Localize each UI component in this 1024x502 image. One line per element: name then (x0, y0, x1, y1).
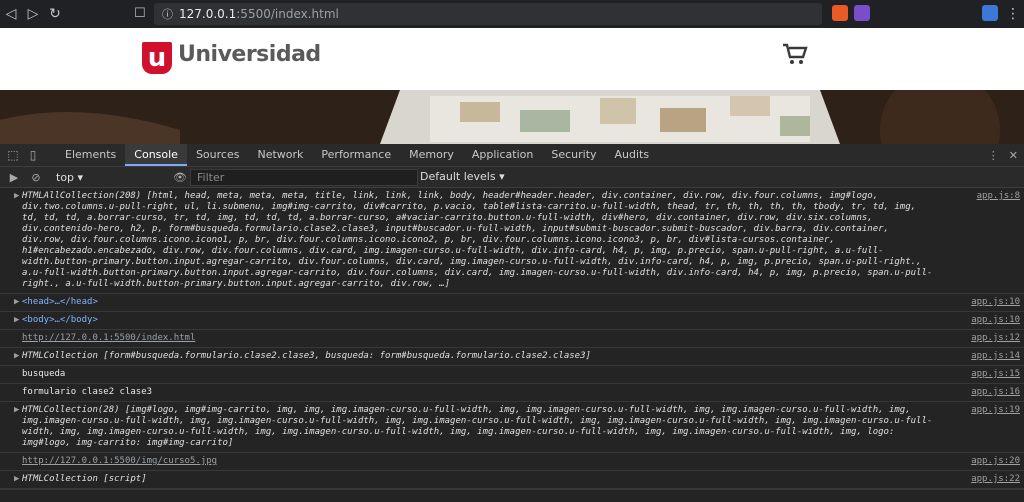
close-icon[interactable]: ✕ (1009, 149, 1018, 162)
console-message: <body>…</body> (22, 315, 98, 325)
tab-list: Elements Console Sources Network Performance… (56, 144, 658, 166)
console-message: http://127.0.0.1:5500/img/curso5.jpg (22, 456, 218, 466)
hero-image (0, 90, 1024, 144)
console-row[interactable]: ▶ HTMLCollection(28) [img#logo, img#img-c… (0, 402, 1024, 453)
console-message: HTMLCollection [form#busqueda.formulario… (22, 351, 591, 361)
expand-arrow-icon[interactable]: ▶ (14, 474, 19, 485)
reload-icon[interactable]: ↻ (44, 3, 66, 25)
console-prompt[interactable] (0, 489, 1024, 502)
inspect-icon[interactable]: ⬚ (6, 148, 20, 162)
devtools-panel: ⬚ ▯ Elements Console Sources Network Perform… (0, 144, 1024, 490)
show-sidebar-icon[interactable]: ▶ (6, 171, 22, 184)
tab-memory[interactable]: Memory (400, 144, 463, 166)
tab-application[interactable]: Application (463, 144, 542, 166)
console-message: http://127.0.0.1:5500/index.html (22, 333, 196, 343)
source-link[interactable]: app.js:16 (971, 387, 1020, 398)
menu-icon[interactable]: ⋮ (1002, 3, 1024, 25)
tab-network[interactable]: Network (248, 144, 312, 166)
filter-input[interactable]: Filter (190, 169, 418, 186)
console-output: ▶ HTMLAllCollection(208) [html, head, met… (0, 188, 1024, 502)
address-bar[interactable]: ⓘ 127.0.0.1:5500/index.html (154, 3, 822, 25)
bookmark-icon[interactable]: ☐ (134, 6, 146, 21)
source-link[interactable]: app.js:20 (971, 456, 1020, 467)
eye-icon[interactable]: 👁 (172, 171, 188, 184)
console-row[interactable]: http://127.0.0.1:5500/index.html app.js:1… (0, 330, 1024, 348)
url-path: :5500/index.html (236, 7, 339, 21)
console-message: HTMLCollection [script] (22, 474, 147, 484)
console-toolbar: ▶ ⊘ top ▾ 👁 Filter Default levels ▾ (0, 167, 1024, 188)
console-row[interactable]: ▶ <head>…</head> app.js:10 (0, 294, 1024, 312)
source-link[interactable]: app.js:10 (971, 315, 1020, 326)
logo-icon[interactable]: u (142, 42, 172, 74)
url-host: 127.0.0.1 (179, 7, 237, 21)
logo-text[interactable]: Universidad (178, 42, 321, 67)
tab-elements[interactable]: Elements (56, 144, 125, 166)
tab-performance[interactable]: Performance (312, 144, 400, 166)
console-message: busqueda (22, 369, 66, 379)
brave-shield-icon[interactable] (832, 5, 848, 21)
console-row[interactable]: ▶ HTMLCollection [script] app.js:22 (0, 471, 1024, 489)
devtools-controls: ⋮ ✕ (988, 144, 1018, 166)
console-row[interactable]: busqueda app.js:15 (0, 366, 1024, 384)
console-row[interactable]: ▶ HTMLAllCollection(208) [html, head, met… (0, 188, 1024, 294)
tab-security[interactable]: Security (542, 144, 605, 166)
more-icon[interactable]: ⋮ (988, 149, 999, 162)
console-message: <head>…</head> (22, 297, 98, 307)
context-value: top (56, 170, 75, 184)
console-message: HTMLCollection(28) [img#logo, img#img-ca… (22, 405, 933, 448)
expand-arrow-icon[interactable]: ▶ (14, 315, 19, 326)
console-message: formulario clase2 clase3 (22, 387, 153, 397)
expand-arrow-icon[interactable]: ▶ (14, 405, 19, 416)
tab-sources[interactable]: Sources (187, 144, 249, 166)
levels-value: Default levels (420, 170, 496, 183)
context-select[interactable]: top ▾ (56, 171, 156, 184)
source-link[interactable]: app.js:12 (971, 333, 1020, 344)
browser-toolbar: ◁ ▷ ↻ ☐ ⓘ 127.0.0.1:5500/index.html ⋮ (0, 0, 1024, 28)
console-row[interactable]: ▶ <body>…</body> app.js:10 (0, 312, 1024, 330)
cart-icon[interactable] (782, 42, 808, 66)
info-icon: ⓘ (162, 8, 173, 21)
rewards-icon[interactable] (854, 5, 870, 21)
console-row[interactable]: http://127.0.0.1:5500/img/curso5.jpg app.… (0, 453, 1024, 471)
forward-icon[interactable]: ▷ (22, 3, 44, 25)
console-row[interactable]: formulario clase2 clase3 app.js:16 (0, 384, 1024, 402)
device-toggle-icon[interactable]: ▯ (26, 148, 40, 162)
tab-console[interactable]: Console (125, 144, 187, 166)
levels-select[interactable]: Default levels ▾ (420, 167, 505, 187)
console-row[interactable]: ▶ HTMLCollection [form#busqueda.formulari… (0, 348, 1024, 366)
console-message: HTMLAllCollection(208) [html, head, meta… (22, 191, 933, 289)
devtools-tabs: ⬚ ▯ Elements Console Sources Network Perform… (0, 144, 1024, 167)
source-link[interactable]: app.js:14 (971, 351, 1020, 362)
source-link[interactable]: app.js:10 (971, 297, 1020, 308)
expand-arrow-icon[interactable]: ▶ (14, 351, 19, 362)
source-link[interactable]: app.js:22 (971, 474, 1020, 485)
site-header: u Universidad (0, 28, 1024, 90)
tab-audits[interactable]: Audits (606, 144, 659, 166)
source-link[interactable]: app.js:15 (971, 369, 1020, 380)
source-link[interactable]: app.js:19 (971, 405, 1020, 416)
expand-arrow-icon[interactable]: ▶ (14, 191, 19, 202)
source-link[interactable]: app.js:8 (977, 191, 1020, 202)
expand-arrow-icon[interactable]: ▶ (14, 297, 19, 308)
clear-console-icon[interactable]: ⊘ (28, 171, 44, 184)
back-icon[interactable]: ◁ (0, 3, 22, 25)
translate-icon[interactable] (982, 5, 998, 21)
